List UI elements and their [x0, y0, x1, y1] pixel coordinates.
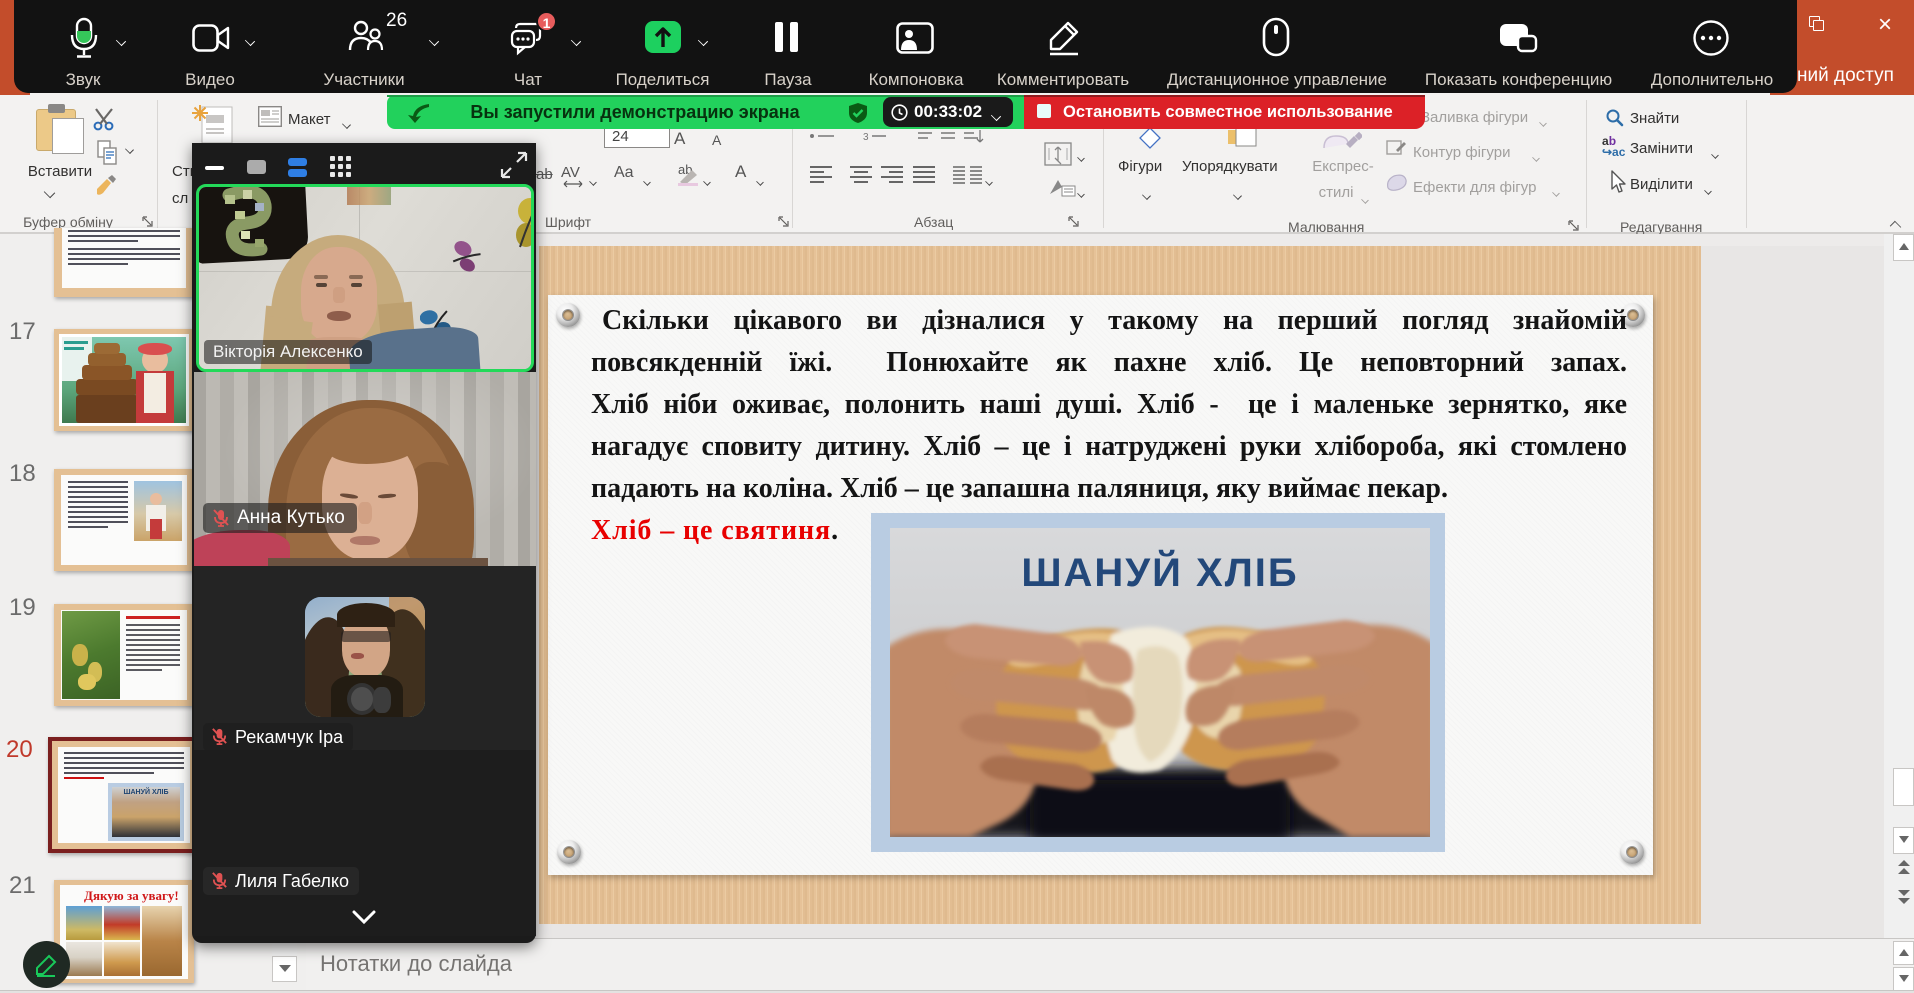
svg-text:ШАНУЙ ХЛІБ: ШАНУЙ ХЛІБ — [1021, 549, 1298, 595]
svg-text:3: 3 — [863, 132, 869, 143]
